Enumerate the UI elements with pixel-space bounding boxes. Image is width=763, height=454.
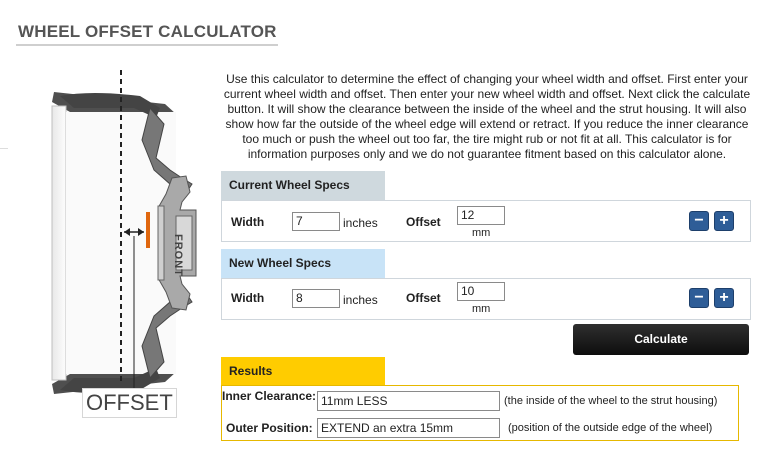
new-width-label: Width <box>231 291 265 305</box>
new-specs-heading: New Wheel Specs <box>221 249 385 278</box>
current-width-unit: inches <box>343 216 378 230</box>
current-width-label: Width <box>231 215 265 229</box>
new-plus-button[interactable]: + <box>714 288 734 308</box>
current-specs-heading: Current Wheel Specs <box>221 171 385 200</box>
outer-position-output: EXTEND an extra 15mm <box>317 418 500 438</box>
current-minus-button[interactable]: − <box>689 211 709 231</box>
inner-clearance-label: Inner Clearance: <box>222 389 317 403</box>
current-offset-unit: mm <box>472 227 491 239</box>
current-specs-panel: Width 7 inches Offset 12 mm − + <box>221 200 751 242</box>
title-underline <box>16 44 278 46</box>
new-width-unit: inches <box>343 293 378 307</box>
current-plus-button[interactable]: + <box>714 211 734 231</box>
new-offset-label: Offset <box>406 291 441 305</box>
wheel-offset-diagram <box>51 70 197 396</box>
current-offset-label: Offset <box>406 215 441 229</box>
page-title: WHEEL OFFSET CALCULATOR <box>18 22 277 41</box>
new-offset-unit: mm <box>472 303 491 315</box>
wheel-mount-face <box>157 205 165 281</box>
outer-position-note: (position of the outside edge of the whe… <box>508 422 713 434</box>
new-offset-input[interactable]: 10 <box>457 282 505 301</box>
inner-clearance-output: 11mm LESS <box>317 391 500 411</box>
inner-clearance-note: (the inside of the wheel to the strut ho… <box>504 395 718 407</box>
offset-marker <box>146 212 150 248</box>
current-width-input[interactable]: 7 <box>292 212 340 231</box>
new-minus-button[interactable]: − <box>689 288 709 308</box>
front-label: FRONT <box>172 234 184 277</box>
results-heading: Results <box>221 357 385 385</box>
new-specs-panel: Width 8 inches Offset 10 mm − + <box>221 278 751 320</box>
outer-position-label: Outer Position: <box>226 421 313 435</box>
wheel-barrel-body <box>51 105 67 381</box>
divider <box>0 148 8 149</box>
offset-label: OFFSET <box>82 388 177 418</box>
results-panel: Inner Clearance: 11mm LESS (the inside o… <box>221 385 739 441</box>
calculate-button[interactable]: Calculate <box>573 324 749 355</box>
new-width-input[interactable]: 8 <box>292 289 340 308</box>
instructions-text: Use this calculator to determine the eff… <box>223 72 751 161</box>
current-offset-input[interactable]: 12 <box>457 206 505 225</box>
